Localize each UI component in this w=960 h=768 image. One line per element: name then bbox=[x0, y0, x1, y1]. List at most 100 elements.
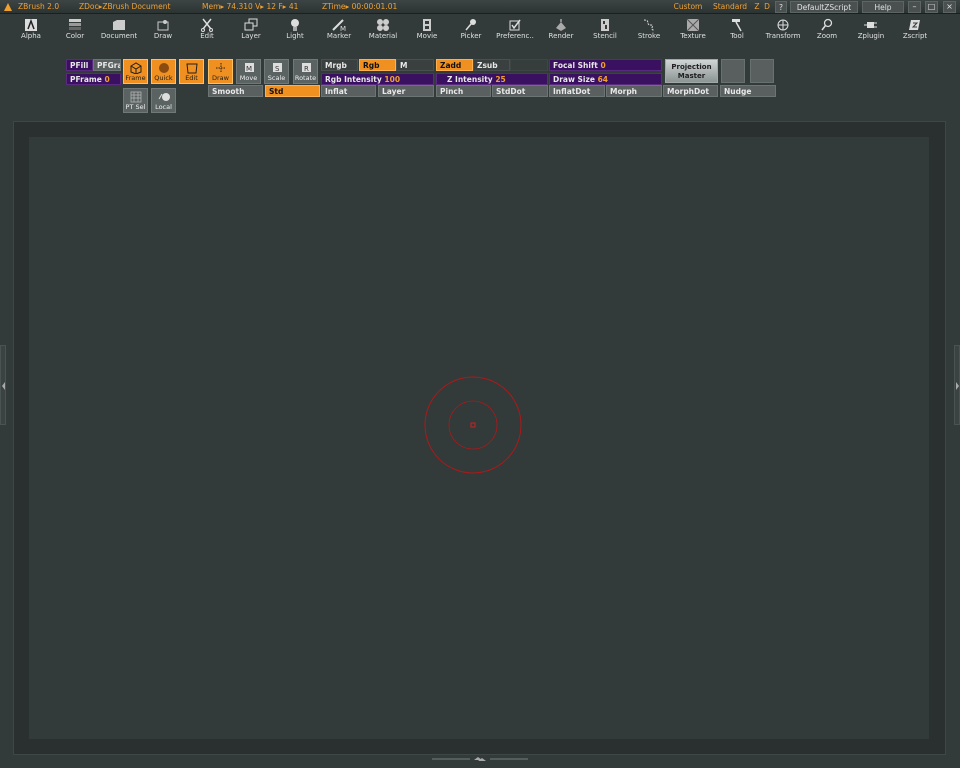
menu-transform[interactable]: Transform bbox=[760, 16, 806, 44]
brush-std-label: Std bbox=[269, 87, 284, 96]
menu-marker[interactable]: M Marker bbox=[316, 16, 362, 44]
menu-draw[interactable]: Draw bbox=[140, 16, 186, 44]
document-icon bbox=[113, 20, 125, 30]
brush-inflatdot-label: InflatDot bbox=[553, 87, 591, 96]
app-title: ZBrush 2.0 bbox=[18, 2, 60, 11]
brush-inflat-label: Inflat bbox=[325, 87, 348, 96]
right-arrow-icon bbox=[956, 382, 959, 390]
brush-morphdot-label: MorphDot bbox=[667, 87, 709, 96]
brush-pinch[interactable]: Pinch bbox=[436, 85, 491, 97]
maximize-icon[interactable]: □ bbox=[925, 1, 938, 13]
edit-mode-button[interactable]: Edit bbox=[179, 59, 204, 84]
brush-morph[interactable]: Morph bbox=[606, 85, 662, 97]
menu-zscript[interactable]: Zscript bbox=[892, 16, 938, 44]
bottom-tray-handle[interactable] bbox=[432, 756, 528, 762]
zsub-button[interactable]: Zsub bbox=[473, 59, 510, 71]
menu-color[interactable]: Color bbox=[52, 16, 98, 44]
focal-shift-slider[interactable]: Focal Shift 0 bbox=[549, 59, 662, 71]
default-zscript-button[interactable]: DefaultZScript bbox=[790, 1, 858, 13]
m-button[interactable]: M bbox=[396, 59, 434, 71]
menu-zplugin[interactable]: Zplugin bbox=[848, 16, 894, 44]
zadd-button[interactable]: Zadd bbox=[436, 59, 473, 71]
menu-alpha[interactable]: Alpha bbox=[8, 16, 54, 44]
brush-morphdot[interactable]: MorphDot bbox=[663, 85, 718, 97]
render-icon bbox=[556, 19, 566, 31]
draw-icon bbox=[157, 20, 169, 31]
pfill-button[interactable]: PFill bbox=[66, 59, 93, 71]
zadd-label: Zadd bbox=[440, 61, 462, 70]
z-intensity-slider[interactable]: Z Intensity 25 bbox=[436, 73, 548, 85]
draw-label: Draw bbox=[212, 74, 229, 82]
menu-layer[interactable]: Layer bbox=[228, 16, 274, 44]
pfill-label: PFill bbox=[70, 61, 89, 70]
menu-material[interactable]: Material bbox=[360, 16, 406, 44]
custom-ui-button[interactable]: Custom bbox=[670, 1, 706, 13]
menu-stencil[interactable]: Stencil bbox=[582, 16, 628, 44]
menu-picker[interactable]: Picker bbox=[448, 16, 494, 44]
brush-stddot-label: StdDot bbox=[496, 87, 526, 96]
scale-mode-button[interactable]: S Scale bbox=[264, 59, 289, 84]
rgb-intensity-label: Rgb Intensity bbox=[325, 75, 382, 84]
brush-layer[interactable]: Layer bbox=[378, 85, 434, 97]
z-button[interactable]: Z bbox=[752, 1, 762, 13]
brush-stddot[interactable]: StdDot bbox=[492, 85, 548, 97]
rgb-intensity-value: 100 bbox=[384, 75, 401, 84]
pfgra-button[interactable]: PFGra bbox=[93, 59, 121, 71]
brush-nudge[interactable]: Nudge bbox=[720, 85, 776, 97]
brush-inflatdot[interactable]: InflatDot bbox=[549, 85, 605, 97]
pframe-slider[interactable]: PFrame 0 bbox=[66, 73, 121, 85]
zmapper-button[interactable] bbox=[750, 59, 774, 83]
menu-render[interactable]: Render bbox=[538, 16, 584, 44]
left-tray-tab[interactable] bbox=[0, 345, 6, 425]
mrgb-label: Mrgb bbox=[325, 61, 347, 70]
scale-label: Scale bbox=[267, 74, 286, 82]
local-label: Local bbox=[155, 103, 172, 111]
rgb-intensity-slider[interactable]: Rgb Intensity 100 bbox=[321, 73, 434, 85]
left-arrow-icon bbox=[2, 382, 5, 390]
menu-edit[interactable]: Edit bbox=[184, 16, 230, 44]
svg-text:M: M bbox=[246, 65, 252, 73]
minimize-icon[interactable]: – bbox=[908, 1, 921, 13]
document-canvas[interactable] bbox=[29, 137, 929, 739]
frame-button[interactable]: Frame bbox=[123, 59, 148, 84]
svg-text:R: R bbox=[304, 65, 309, 73]
menu-texture[interactable]: Texture bbox=[670, 16, 716, 44]
standard-ui-button[interactable]: Standard bbox=[708, 1, 752, 13]
title-bar: ZBrush 2.0 ZDoc▸ZBrush Document Mem▸ 74.… bbox=[0, 0, 960, 14]
quick-help-button[interactable]: ? bbox=[775, 1, 787, 13]
lightbox-button[interactable] bbox=[721, 59, 745, 83]
move-mode-button[interactable]: M Move bbox=[236, 59, 261, 84]
d-button[interactable]: D bbox=[762, 1, 772, 13]
texture-icon bbox=[686, 18, 700, 32]
brush-smooth[interactable]: Smooth bbox=[208, 85, 263, 97]
menu-movie[interactable]: Movie bbox=[404, 16, 450, 44]
close-icon[interactable]: × bbox=[943, 1, 956, 13]
zcut-button[interactable] bbox=[510, 59, 548, 71]
rgb-button[interactable]: Rgb bbox=[359, 59, 396, 71]
menu-tool[interactable]: Tool bbox=[714, 16, 760, 44]
pt-sel-button[interactable]: PT Sel bbox=[123, 88, 148, 113]
draw-size-slider[interactable]: Draw Size 64 bbox=[549, 73, 662, 85]
right-tray-tab[interactable] bbox=[954, 345, 960, 425]
scale-icon: S bbox=[272, 63, 282, 73]
menu-document[interactable]: Document bbox=[96, 16, 142, 44]
pframe-label: PFrame bbox=[70, 75, 102, 84]
brush-std[interactable]: Std bbox=[265, 85, 320, 97]
rotate-label: Rotate bbox=[294, 74, 317, 82]
stencil-icon bbox=[601, 19, 609, 31]
menu-light[interactable]: Light bbox=[272, 16, 318, 44]
rotate-mode-button[interactable]: R Rotate bbox=[293, 59, 318, 84]
local-button[interactable]: Local bbox=[151, 88, 176, 113]
quick-label: Quick bbox=[154, 74, 173, 82]
quick-button[interactable]: Quick bbox=[151, 59, 176, 84]
mrgb-button[interactable]: Mrgb bbox=[321, 59, 358, 71]
brush-inflat[interactable]: Inflat bbox=[321, 85, 376, 97]
layer-icon bbox=[244, 18, 258, 31]
projection-master-button[interactable]: Projection Master bbox=[665, 59, 718, 83]
menu-stroke[interactable]: Stroke bbox=[626, 16, 672, 44]
brush-layer-label: Layer bbox=[382, 87, 406, 96]
menu-preferences[interactable]: Preferenc.. bbox=[492, 16, 538, 44]
draw-mode-button[interactable]: Draw bbox=[208, 59, 233, 84]
help-button[interactable]: Help bbox=[862, 1, 904, 13]
menu-zoom[interactable]: Zoom bbox=[804, 16, 850, 44]
